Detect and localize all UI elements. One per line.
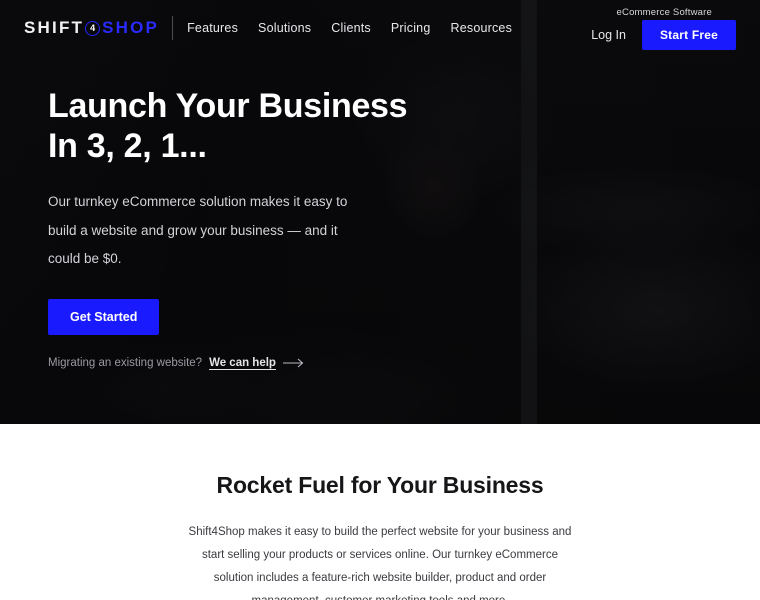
- main-navigation: Features Solutions Clients Pricing Resou…: [187, 21, 512, 35]
- get-started-button[interactable]: Get Started: [48, 299, 160, 336]
- arrow-right-icon: [282, 358, 305, 368]
- logo-text-shop: SHOP: [102, 18, 160, 37]
- header-divider: [172, 16, 174, 40]
- site-header: SHIFT 4 SHOP Features Solutions Clients …: [0, 0, 760, 56]
- hero-title-line-1: Launch Your Business: [48, 87, 408, 125]
- header-tagline: eCommerce Software: [616, 6, 712, 18]
- hero-title-line-2: In 3, 2, 1...: [48, 127, 207, 166]
- nav-item-features[interactable]: Features: [187, 21, 238, 35]
- start-free-button[interactable]: Start Free: [641, 19, 736, 50]
- section-body-text: Shift4Shop makes it easy to build the pe…: [188, 526, 572, 600]
- logo-shift4shop[interactable]: SHIFT 4 SHOP: [24, 18, 159, 38]
- nav-item-solutions[interactable]: Solutions: [258, 21, 311, 35]
- hero-content: Launch Your Business In 3, 2, 1... Our t…: [48, 86, 468, 369]
- nav-item-pricing[interactable]: Pricing: [391, 21, 431, 35]
- nav-item-clients[interactable]: Clients: [331, 21, 371, 35]
- nav-item-resources[interactable]: Resources: [450, 21, 512, 35]
- header-actions: Log In Start Free: [591, 19, 736, 50]
- rocket-fuel-section: Rocket Fuel for Your Business Shift4Shop…: [0, 424, 760, 600]
- section-title: Rocket Fuel for Your Business: [216, 472, 544, 498]
- hero-subtitle: Our turnkey eCommerce solution makes it …: [48, 194, 348, 266]
- logo-text-shift: SHIFT: [24, 18, 85, 37]
- logo-four-badge-icon: 4: [85, 20, 101, 36]
- migration-prompt-text: Migrating an existing website?: [48, 357, 203, 370]
- hero-title: Launch Your Business In 3, 2, 1...: [48, 86, 468, 166]
- hero-section: SHIFT 4 SHOP Features Solutions Clients …: [0, 0, 760, 424]
- header-right-group: eCommerce Software Log In Start Free: [591, 7, 736, 50]
- migration-prompt: Migrating an existing website? We can he…: [48, 357, 468, 369]
- we-can-help-link[interactable]: We can help: [209, 357, 276, 369]
- login-link[interactable]: Log In: [591, 28, 626, 42]
